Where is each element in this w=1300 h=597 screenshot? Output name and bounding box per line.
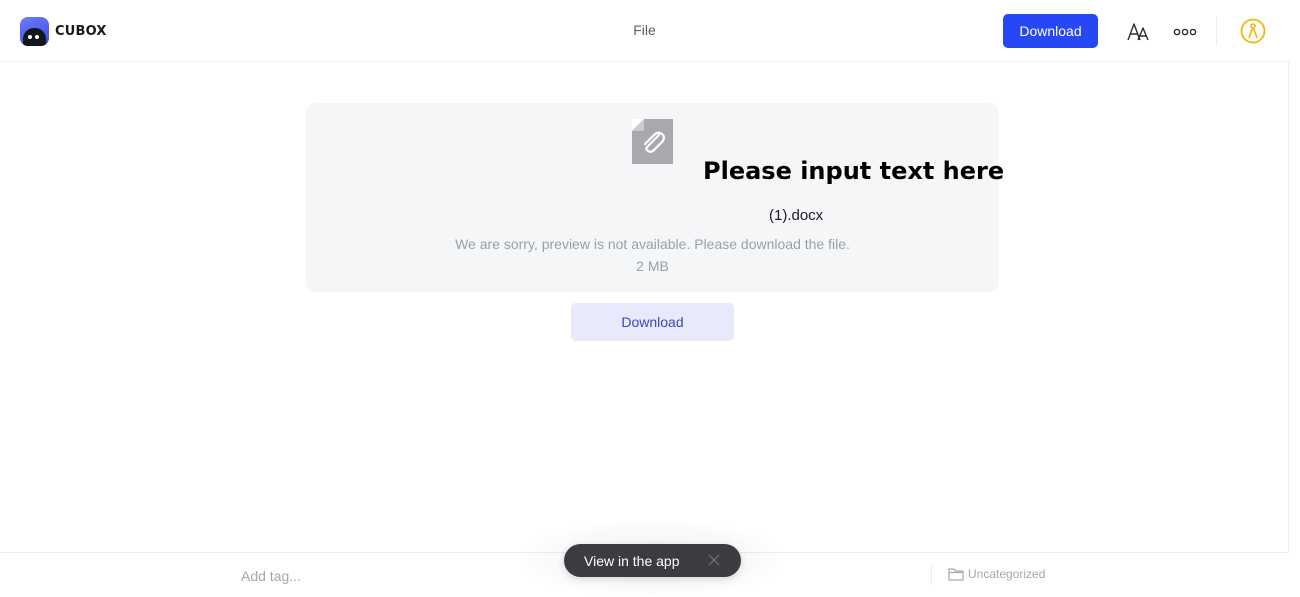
overlay-text: Please input text here xyxy=(703,157,1005,185)
file-preview-card: Please input text here (1).docx We are s… xyxy=(306,103,1004,292)
file-name: (1).docx xyxy=(769,207,824,224)
preview-unavailable-message: We are sorry, preview is not available. … xyxy=(455,236,850,252)
paperclip-file-icon xyxy=(632,119,673,164)
download-file-button[interactable]: Download xyxy=(571,303,734,341)
file-size: 2 MB xyxy=(636,258,669,274)
footer-separator xyxy=(931,565,932,585)
folder-label: Uncategorized xyxy=(968,567,1046,581)
account-icon[interactable] xyxy=(1240,18,1266,44)
more-dots-icon[interactable] xyxy=(1171,18,1199,46)
top-bar: CUBOX File Download xyxy=(0,0,1289,62)
font-size-icon[interactable] xyxy=(1124,18,1152,46)
header-divider xyxy=(1216,16,1217,46)
content-right-border xyxy=(1288,62,1289,552)
add-tag-input[interactable] xyxy=(236,564,436,588)
view-in-app-link[interactable]: View in the app xyxy=(584,553,679,569)
page-title: File xyxy=(633,22,656,38)
folder-selector[interactable]: Uncategorized xyxy=(948,567,1045,581)
close-icon[interactable] xyxy=(707,553,721,567)
logo[interactable]: CUBOX xyxy=(20,17,107,46)
header-download-button[interactable]: Download xyxy=(1003,14,1098,48)
app-name: CUBOX xyxy=(55,24,107,39)
app-window: CUBOX File Download Please input text he… xyxy=(0,0,1300,597)
folder-icon xyxy=(948,568,964,581)
cubox-logo-icon xyxy=(20,17,49,46)
view-in-app-toast: View in the app xyxy=(564,544,741,577)
